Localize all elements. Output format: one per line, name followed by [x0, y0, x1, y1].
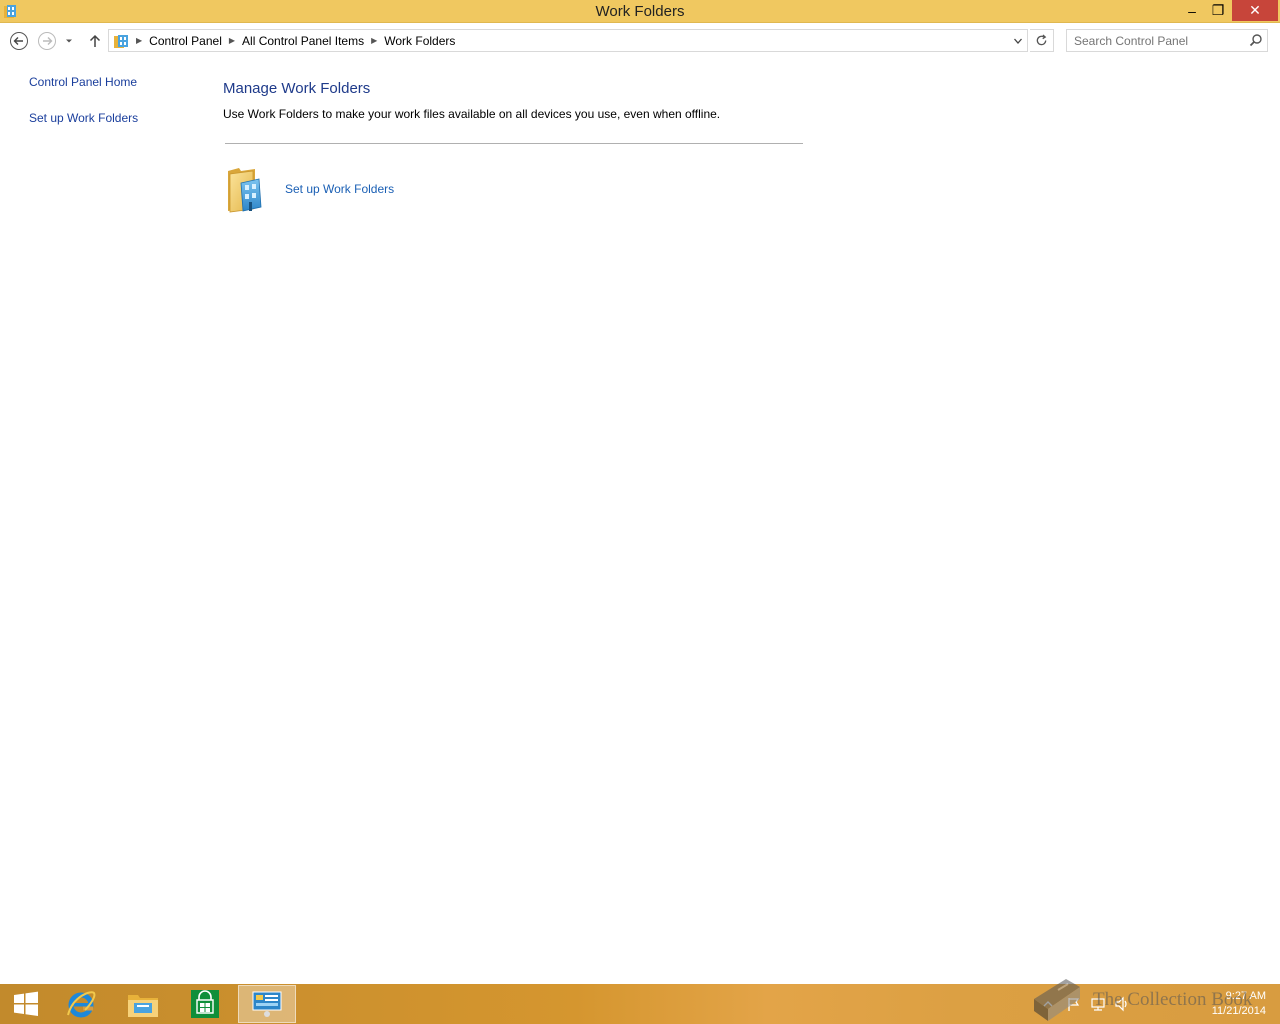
refresh-button[interactable]	[1030, 29, 1054, 52]
search-box[interactable]	[1066, 29, 1268, 52]
back-button[interactable]	[9, 31, 29, 51]
start-button[interactable]	[0, 985, 52, 1023]
store-icon	[191, 990, 219, 1018]
breadcrumb-separator-icon[interactable]: ▶	[226, 36, 238, 45]
watermark-text: The Collection Book	[1093, 989, 1253, 1010]
restore-button[interactable]: ❐	[1204, 0, 1232, 21]
recent-locations-dropdown[interactable]	[62, 31, 76, 51]
control-panel-home-link[interactable]: Control Panel Home	[29, 75, 137, 89]
taskbar-control-panel[interactable]	[238, 985, 296, 1023]
refresh-icon	[1036, 34, 1047, 46]
taskbar-file-explorer[interactable]	[117, 985, 169, 1023]
page-description: Use Work Folders to make your work files…	[223, 107, 721, 121]
close-button[interactable]: ✕	[1232, 0, 1278, 21]
chevron-down-icon	[66, 39, 72, 43]
set-up-work-folders-link[interactable]: Set up Work Folders	[285, 182, 394, 196]
search-input[interactable]	[1067, 30, 1245, 51]
set-up-work-folders-task[interactable]: Set up Work Folders	[225, 165, 625, 215]
forward-arrow-icon	[38, 32, 56, 50]
breadcrumb-all-control-panel-items[interactable]: All Control Panel Items	[238, 34, 368, 48]
up-button[interactable]	[85, 31, 105, 51]
work-folders-folder-icon[interactable]	[225, 165, 273, 215]
chevron-down-icon	[1014, 38, 1022, 44]
breadcrumb-control-panel[interactable]: Control Panel	[145, 34, 226, 48]
file-explorer-icon	[128, 995, 158, 1017]
address-bar[interactable]: ▶ Control Panel ▶ All Control Panel Item…	[108, 29, 1028, 52]
minimize-button[interactable]: –	[1178, 0, 1206, 21]
breadcrumb-work-folders[interactable]: Work Folders	[380, 34, 459, 48]
book-logo-icon	[1034, 979, 1080, 1021]
taskbar-internet-explorer[interactable]	[55, 985, 107, 1023]
taskbar-store[interactable]	[179, 985, 231, 1023]
title-bar: Work Folders – ❐ ✕	[0, 0, 1280, 23]
control-panel-location-icon	[114, 34, 128, 48]
back-arrow-icon	[10, 32, 28, 50]
window-title: Work Folders	[595, 3, 685, 20]
internet-explorer-icon	[67, 991, 96, 1018]
set-up-work-folders-sidebar-link[interactable]: Set up Work Folders	[29, 111, 138, 125]
divider	[225, 143, 803, 144]
navigation-bar: ▶ Control Panel ▶ All Control Panel Item…	[0, 23, 1280, 59]
up-arrow-icon	[89, 34, 101, 47]
breadcrumb: ▶ Control Panel ▶ All Control Panel Item…	[113, 30, 459, 51]
start-icon	[14, 991, 38, 1016]
address-history-dropdown[interactable]	[1011, 34, 1025, 48]
control-panel-icon	[252, 991, 282, 1017]
forward-button[interactable]	[37, 31, 57, 51]
breadcrumb-separator-icon[interactable]: ▶	[133, 36, 145, 45]
watermark: The Collection Book	[1030, 977, 1270, 1023]
search-icon[interactable]	[1249, 33, 1263, 47]
page-title: Manage Work Folders	[223, 80, 371, 97]
breadcrumb-separator-icon[interactable]: ▶	[368, 36, 380, 45]
